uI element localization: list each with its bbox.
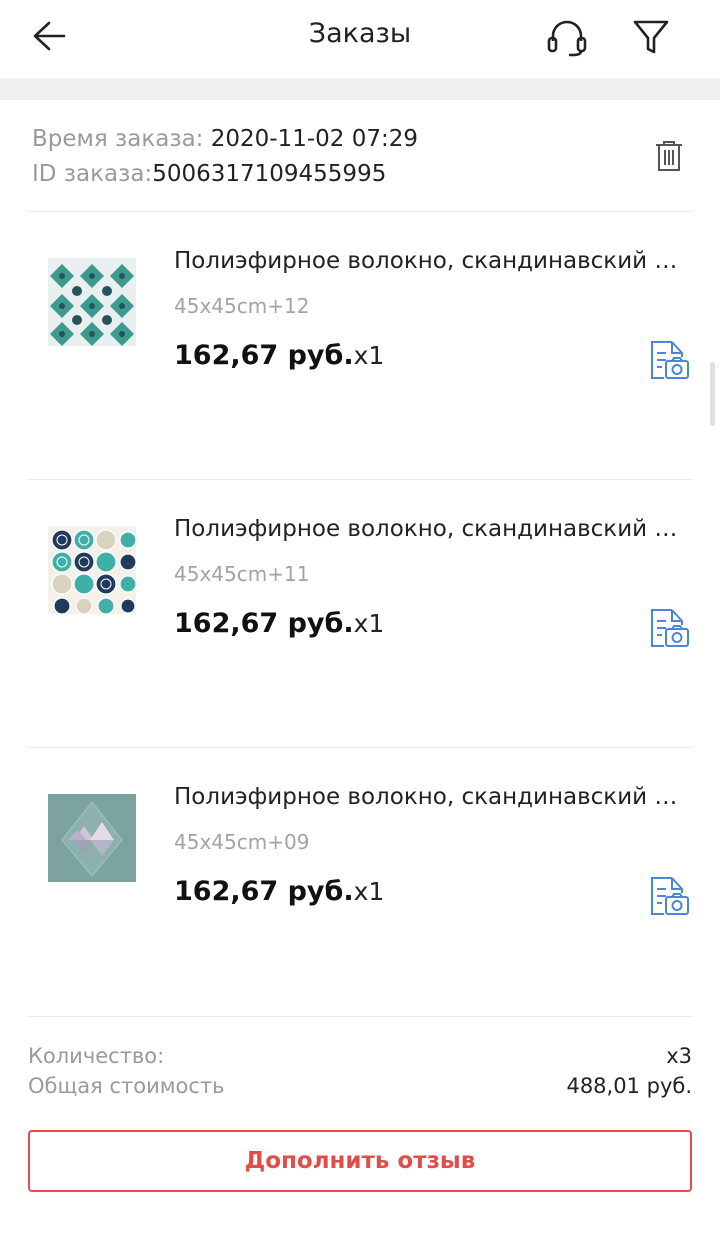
product-title[interactable]: Полиэфирное волокно, скандинавский к... [174, 784, 684, 810]
quantity-row: Количество: x3 [28, 1044, 692, 1074]
order-time-value: 2020-11-02 07:29 [210, 126, 418, 152]
product-variant: 45x45cm+09 [174, 830, 310, 854]
product-price: 162,67 руб. [174, 340, 354, 371]
order-id-value: 5006317109455995 [152, 161, 387, 187]
product-quantity: x1 [353, 609, 385, 638]
price-row: 162,67 руб.x1 [174, 876, 384, 907]
quantity-value: x3 [666, 1044, 692, 1068]
total-value: 488,01 руб. [566, 1074, 692, 1098]
top-bar: Заказы [0, 0, 720, 78]
product-title[interactable]: Полиэфирное волокно, скандинавский к... [174, 248, 684, 274]
headset-icon [547, 20, 587, 57]
product-title[interactable]: Полиэфирное волокно, скандинавский к... [174, 516, 684, 542]
photo-review-button[interactable] [644, 336, 692, 384]
order-info: Время заказа: 2020-11-02 07:29 ID заказа… [32, 122, 418, 192]
add-review-button[interactable]: Дополнить отзыв [28, 1130, 692, 1192]
product-quantity: x1 [353, 341, 385, 370]
quantity-label: Количество: [28, 1044, 165, 1068]
photo-review-button[interactable] [644, 872, 692, 920]
delete-order-button[interactable] [648, 134, 690, 178]
arrow-left-icon [33, 21, 66, 51]
product-thumbnail[interactable] [44, 790, 140, 886]
order-time-label: Время заказа: [32, 126, 211, 152]
product-price: 162,67 руб. [174, 608, 354, 639]
filter-button[interactable] [622, 12, 680, 62]
order-item[interactable]: Полиэфирное волокно, скандинавский к... … [0, 212, 720, 480]
product-thumbnail[interactable] [44, 254, 140, 350]
order-time-row: Время заказа: 2020-11-02 07:29 [32, 122, 418, 157]
product-quantity: x1 [353, 877, 385, 906]
price-row: 162,67 руб.x1 [174, 608, 384, 639]
total-row: Общая стоимость 488,01 руб. [28, 1074, 692, 1104]
order-item[interactable]: Полиэфирное волокно, скандинавский к... … [0, 748, 720, 1016]
photo-review-icon [651, 877, 689, 915]
product-price: 162,67 руб. [174, 876, 354, 907]
header-separator [0, 78, 720, 100]
filter-icon [633, 20, 669, 54]
order-summary: Количество: x3 Общая стоимость 488,01 ру… [28, 1044, 692, 1104]
page-title: Заказы [308, 18, 412, 49]
divider [28, 1016, 692, 1017]
order-item[interactable]: Полиэфирное волокно, скандинавский к... … [0, 480, 720, 748]
product-variant: 45x45cm+12 [174, 294, 310, 318]
support-button[interactable] [538, 12, 596, 62]
order-id-row: ID заказа:5006317109455995 [32, 157, 418, 192]
product-variant: 45x45cm+11 [174, 562, 310, 586]
total-label: Общая стоимость [28, 1074, 225, 1098]
photo-review-button[interactable] [644, 604, 692, 652]
photo-review-icon [651, 609, 689, 647]
photo-review-icon [651, 341, 689, 379]
order-id-label: ID заказа: [32, 161, 153, 187]
scrollbar[interactable] [710, 362, 715, 426]
back-button[interactable] [24, 14, 74, 58]
product-thumbnail[interactable] [44, 522, 140, 618]
price-row: 162,67 руб.x1 [174, 340, 384, 371]
trash-icon [656, 141, 682, 171]
